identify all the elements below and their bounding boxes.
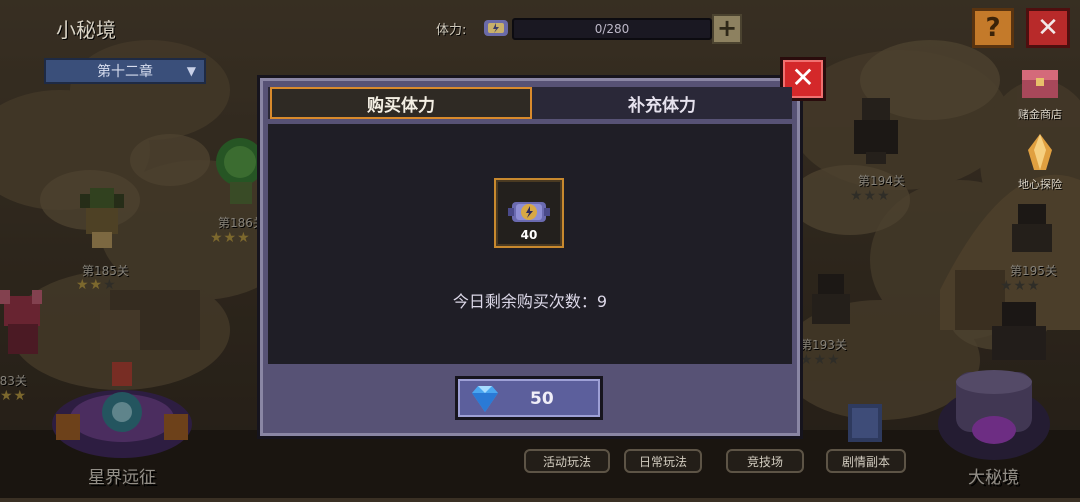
dialog-tabs: 购买体力 补充体力 — [268, 87, 792, 119]
story-dungeon-button[interactable]: 剧情副本 — [826, 449, 906, 473]
stamina-icon — [482, 16, 510, 40]
stamina-bar: 0/280 — [512, 18, 712, 40]
chapter-label: 第十二章 — [97, 64, 153, 80]
core-explore-label: 地心探险 — [1018, 178, 1062, 191]
stamina-label: 体力: — [436, 23, 467, 38]
buy-price: 50 — [530, 389, 554, 409]
tab-refill-stamina[interactable]: 补充体力 — [532, 87, 792, 119]
gold-shop-label: 赌金商店 — [1018, 108, 1062, 121]
chapter-dropdown[interactable]: 第十二章 ▼ — [44, 58, 206, 84]
buy-button[interactable]: 50 — [455, 376, 603, 420]
add-stamina-button[interactable]: + — [712, 14, 742, 44]
chevron-down-icon: ▼ — [186, 64, 196, 78]
stamina-value: 0/280 — [594, 22, 630, 36]
help-button[interactable]: ? — [972, 8, 1014, 48]
arena-button[interactable]: 竞技场 — [726, 449, 804, 473]
daily-mode-button[interactable]: 日常玩法 — [624, 449, 702, 473]
treasure-chest-icon — [1022, 70, 1058, 98]
stamina-item-slot[interactable]: 40 — [494, 178, 564, 248]
remaining-purchases-text: 今日剩余购买次数：9 — [452, 292, 608, 311]
gold-shop-button[interactable]: 赌金商店 — [1006, 60, 1074, 122]
event-mode-button[interactable]: 活动玩法 — [524, 449, 610, 473]
core-explore-button[interactable]: 地心探险 — [1006, 130, 1074, 192]
item-quantity: 40 — [520, 228, 538, 242]
diamond-icon — [472, 386, 498, 412]
stamina-potion-icon — [508, 202, 550, 222]
tab-buy-stamina[interactable]: 购买体力 — [270, 87, 532, 119]
crystal-icon — [1028, 134, 1052, 170]
page-title: 小秘境 — [56, 18, 116, 42]
close-icon[interactable]: ✕ — [1026, 8, 1070, 48]
book-icon — [842, 400, 888, 446]
